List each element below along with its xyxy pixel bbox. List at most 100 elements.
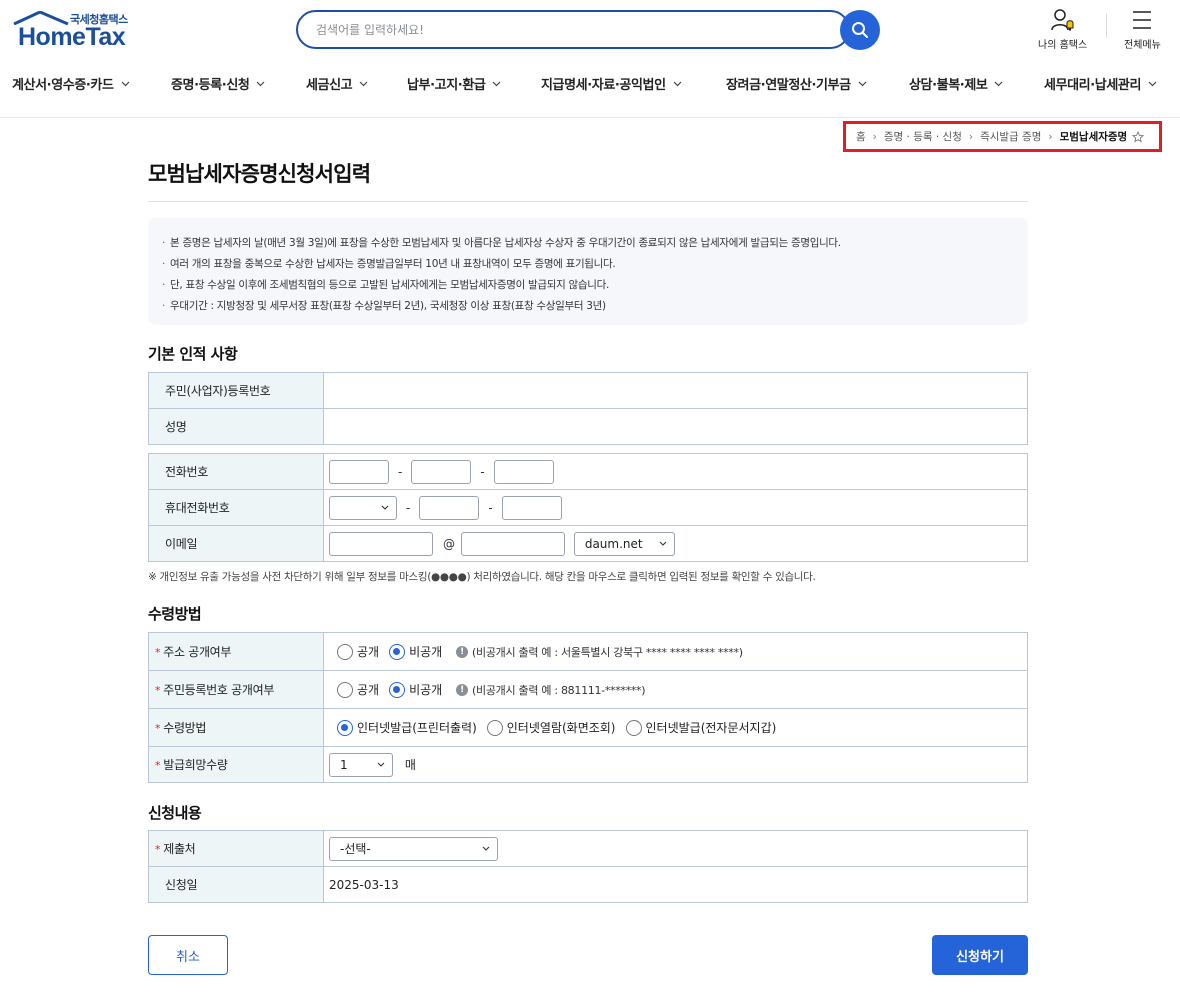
dash: - xyxy=(480,464,485,479)
chevron-down-icon xyxy=(858,81,867,86)
addr-hint: ! (비공개시 출력 예 : 서울특별시 강북구 **** **** **** *… xyxy=(456,644,743,660)
gnb-label: 계산서·영수증·카드 xyxy=(12,78,114,93)
addr-open-options: 공개 비공개 ! (비공개시 출력 예 : 서울특별시 강북구 **** **** … xyxy=(323,632,1028,671)
mobile-prefix-select[interactable] xyxy=(329,495,397,520)
breadcrumb-home[interactable]: 홈 xyxy=(856,129,866,144)
gnb-label: 세무대리·납세관리 xyxy=(1044,78,1142,93)
rrn-value xyxy=(323,372,1028,409)
chevron-down-icon xyxy=(1148,81,1157,86)
table-row: 신청일 2025-03-13 xyxy=(148,866,1028,903)
chevron-down-icon xyxy=(377,762,385,767)
breadcrumb-level2[interactable]: 즉시발급 증명 xyxy=(980,129,1041,144)
radio-label: 공개 xyxy=(357,683,380,697)
breadcrumb-current: 모범납세자증명 xyxy=(1059,131,1128,143)
receive-method-table: * 주소 공개여부 공개 비공개 ! (비공개시 출력 예 : 서울특별시 강북구 *… xyxy=(148,632,1028,783)
favorite-star-icon[interactable] xyxy=(1132,130,1145,143)
gnb-item-certificates[interactable]: 증명·등록·신청 xyxy=(171,74,265,93)
title-divider xyxy=(148,201,1028,202)
qty-fields: 1 매 xyxy=(323,746,1028,783)
radio-button[interactable] xyxy=(625,719,642,736)
chevron-down-icon xyxy=(381,505,389,510)
gnb-item-payment[interactable]: 납부·고지·환급 xyxy=(407,74,501,93)
gnb-label: 상담·불복·제보 xyxy=(909,78,988,93)
search-input[interactable] xyxy=(298,12,848,47)
gnb-item-incentives[interactable]: 장려금·연말정산·기부금 xyxy=(726,74,867,93)
hometax-logo[interactable]: 국세청홈택스 HomeTax xyxy=(12,9,137,51)
rrn-label: 주민(사업자)등록번호 xyxy=(148,372,324,409)
mobile-part2-input[interactable] xyxy=(419,495,480,520)
method-print-radio[interactable]: 인터넷발급(프린터출력) xyxy=(329,719,477,736)
submit-button[interactable]: 신청하기 xyxy=(932,935,1028,975)
table-row: 이메일 @ daum.net xyxy=(148,525,1028,562)
qty-text: 발급희망수량 xyxy=(163,758,228,772)
gnb-item-tax-agent[interactable]: 세무대리·납세관리 xyxy=(1044,74,1157,93)
my-hometax-label: 나의 홈택스 xyxy=(1038,40,1088,51)
email-id-input[interactable] xyxy=(329,531,433,556)
user-bell-icon xyxy=(1050,9,1074,31)
info-notice-box: 본 증명은 납세자의 날(매년 3월 3일)에 표창을 수상한 모범납세자 및 … xyxy=(148,218,1028,325)
method-view-radio[interactable]: 인터넷열람(화면조회) xyxy=(486,719,616,736)
gnb-label: 납부·고지·환급 xyxy=(407,78,486,93)
submit-to-text: 제출처 xyxy=(163,842,196,856)
gnb-label: 세금신고 xyxy=(306,78,353,93)
required-mark: * xyxy=(155,722,161,735)
breadcrumb-separator: › xyxy=(1048,130,1053,143)
chevron-down-icon xyxy=(995,81,1003,86)
radio-button-selected[interactable] xyxy=(337,719,353,736)
addr-hint-text: (비공개시 출력 예 : 서울특별시 강북구 **** **** **** **… xyxy=(472,645,743,659)
name-label: 성명 xyxy=(148,408,324,445)
radio-button[interactable] xyxy=(337,681,353,698)
phone-fields: -- xyxy=(323,453,1028,490)
rrn-open-radio[interactable]: 공개 xyxy=(329,681,379,698)
radio-label: 비공개 xyxy=(409,645,443,659)
required-mark: * xyxy=(155,684,161,697)
gnb-item-statements[interactable]: 지급명세·자료·공익법인 xyxy=(541,74,682,93)
radio-button-selected[interactable] xyxy=(389,643,406,660)
gnb-item-tax-return[interactable]: 세금신고 xyxy=(306,74,368,93)
phone-part1-input[interactable] xyxy=(329,459,389,484)
method-label: * 수령방법 xyxy=(148,708,324,747)
hamburger-menu-icon xyxy=(1133,11,1152,29)
dash: - xyxy=(488,500,493,515)
gnb-item-receipts[interactable]: 계산서·영수증·카드 xyxy=(12,74,130,93)
radio-button-selected[interactable] xyxy=(389,681,406,698)
email-domain-select[interactable]: daum.net xyxy=(573,531,675,556)
rrn-open-text: 주민등록번호 공개여부 xyxy=(163,683,275,697)
radio-button[interactable] xyxy=(337,643,353,660)
email-domain-input[interactable] xyxy=(461,531,565,556)
mobile-fields: -- xyxy=(323,489,1028,526)
rrn-closed-radio[interactable]: 비공개 xyxy=(389,681,442,698)
search-icon xyxy=(852,22,868,38)
radio-button[interactable] xyxy=(486,719,503,736)
cancel-button[interactable]: 취소 xyxy=(148,935,228,975)
submit-to-select[interactable]: -선택- xyxy=(329,836,498,861)
mobile-part3-input[interactable] xyxy=(501,495,562,520)
privacy-masking-note: ※ 개인정보 유출 가능성을 사전 차단하기 위해 일부 정보를 마스킹(●●●… xyxy=(148,571,816,583)
search-button[interactable] xyxy=(840,10,880,50)
email-fields: @ daum.net xyxy=(323,525,1028,562)
breadcrumb: 홈 › 증명 · 등록 · 신청 › 즉시발급 증명 › 모범납세자증명 xyxy=(843,121,1162,152)
table-row: * 제출처 -선택- xyxy=(148,830,1028,867)
addr-open-radio[interactable]: 공개 xyxy=(329,643,379,660)
chevron-down-icon xyxy=(673,81,682,86)
gnb-label: 장려금·연말정산·기부금 xyxy=(726,78,851,93)
required-mark: * xyxy=(155,759,161,772)
gnb-item-consulting[interactable]: 상담·불복·제보 xyxy=(909,74,1003,93)
all-menu-label: 전체메뉴 xyxy=(1124,40,1161,51)
table-row: * 주민등록번호 공개여부 공개 비공개 ! (비공개시 출력 예 : 881111-… xyxy=(148,670,1028,709)
info-exclamation-icon: ! xyxy=(456,683,469,696)
breadcrumb-level1[interactable]: 증명 · 등록 · 신청 xyxy=(884,129,962,144)
chevron-down-icon xyxy=(121,81,129,86)
all-menu-button[interactable]: 전체메뉴 xyxy=(1124,8,1161,51)
my-hometax-button[interactable]: 나의 홈택스 xyxy=(1038,8,1087,51)
addr-closed-radio[interactable]: 비공개 xyxy=(389,643,442,660)
gnb-label: 지급명세·자료·공익법인 xyxy=(541,78,666,93)
radio-label: 인터넷발급(전자문서지갑) xyxy=(645,721,777,735)
mobile-label: 휴대전화번호 xyxy=(148,489,324,526)
qty-select[interactable]: 1 xyxy=(329,752,393,777)
rrn-hint: ! (비공개시 출력 예 : 881111-*******) xyxy=(456,682,646,698)
dash: - xyxy=(406,500,411,515)
method-wallet-radio[interactable]: 인터넷발급(전자문서지갑) xyxy=(625,719,777,736)
phone-part2-input[interactable] xyxy=(411,459,472,484)
phone-part3-input[interactable] xyxy=(493,459,554,484)
